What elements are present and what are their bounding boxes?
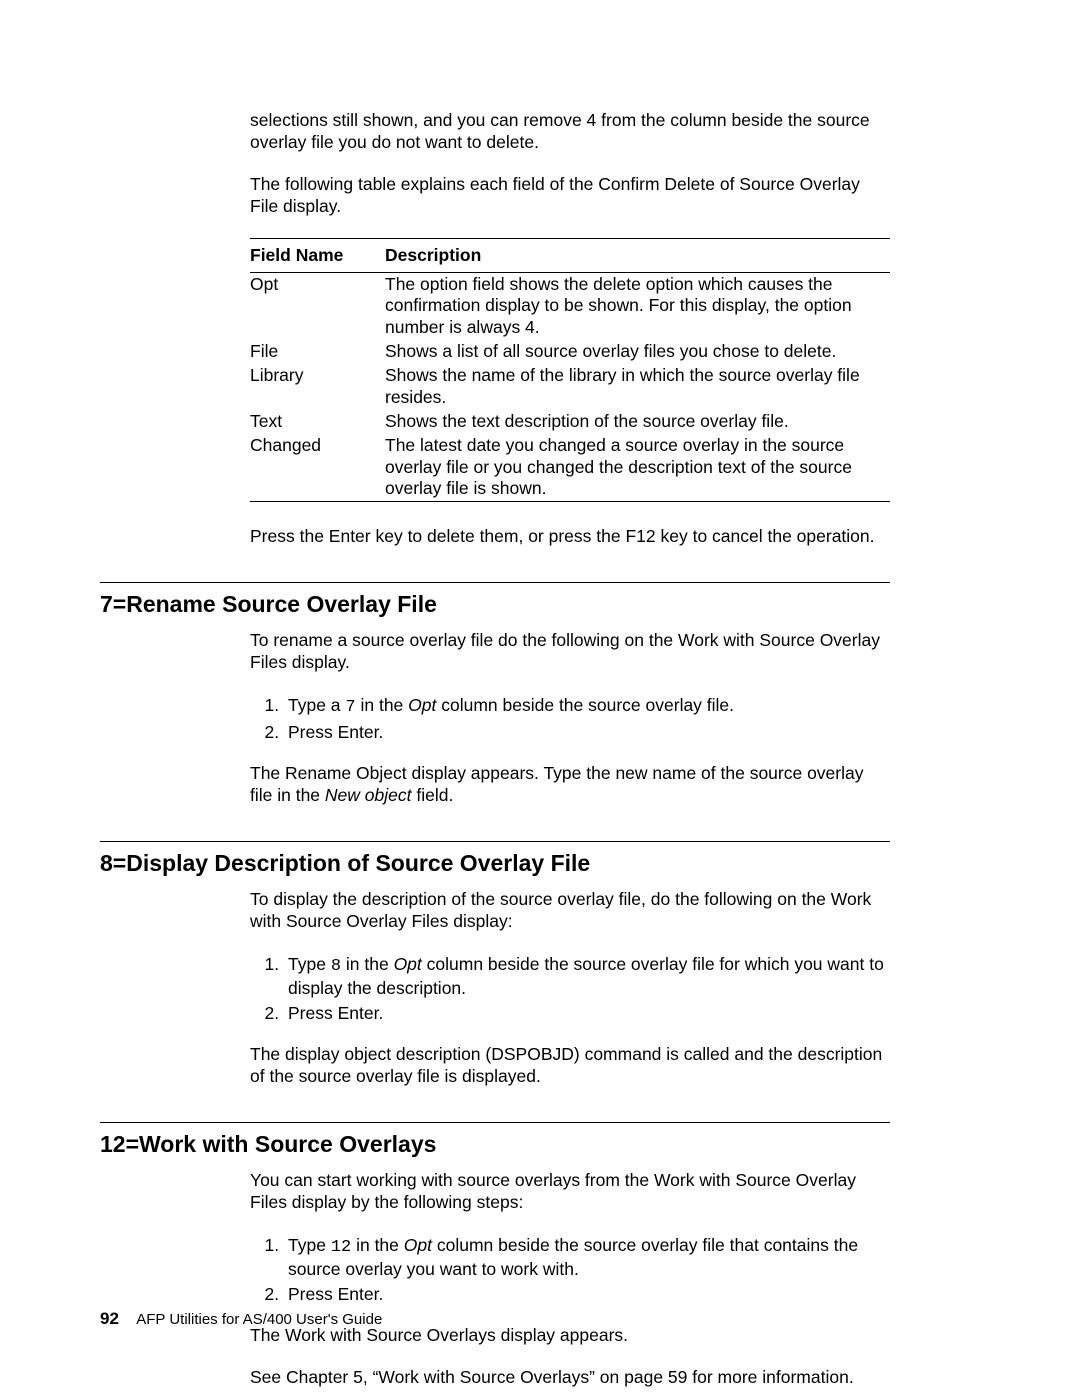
text: field. [411, 785, 453, 805]
table-header-field: Field Name [250, 238, 385, 272]
section-divider [100, 841, 890, 842]
field-cell: Text [250, 410, 385, 434]
desc-cell: The option field shows the delete option… [385, 272, 890, 340]
list-item: Press Enter. [284, 1283, 890, 1305]
section-heading-display-desc: 8=Display Description of Source Overlay … [100, 850, 890, 877]
list-item: Type 12 in the Opt column beside the sou… [284, 1234, 890, 1281]
list-item: Type 8 in the Opt column beside the sour… [284, 953, 890, 1000]
sec7-steps: Type a 7 in the Opt column beside the so… [284, 694, 890, 743]
field-cell: Opt [250, 272, 385, 340]
section-heading-rename: 7=Rename Source Overlay File [100, 591, 890, 618]
step-ital: Opt [408, 695, 436, 715]
sec12-paragraph-3: See Chapter 5, “Work with Source Overlay… [250, 1367, 890, 1389]
desc-cell: The latest date you changed a source ove… [385, 434, 890, 502]
step-text: Type a [288, 695, 345, 715]
list-item: Press Enter. [284, 1002, 890, 1024]
table-row: Library Shows the name of the library in… [250, 364, 890, 410]
section-divider [100, 582, 890, 583]
field-cell: File [250, 340, 385, 364]
step-code: 8 [331, 957, 341, 976]
desc-cell: Shows a list of all source overlay files… [385, 340, 890, 364]
intro-paragraph-2: The following table explains each field … [250, 174, 890, 218]
table-row: File Shows a list of all source overlay … [250, 340, 890, 364]
after-table-paragraph: Press the Enter key to delete them, or p… [250, 526, 890, 548]
page-footer: 92 AFP Utilities for AS/400 User's Guide [100, 1309, 382, 1329]
section-heading-work-with: 12=Work with Source Overlays [100, 1131, 890, 1158]
step-text: in the [351, 1235, 404, 1255]
step-text: in the [341, 954, 394, 974]
sec8-steps: Type 8 in the Opt column beside the sour… [284, 953, 890, 1025]
sec7-paragraph-2: The Rename Object display appears. Type … [250, 763, 890, 807]
footer-title: AFP Utilities for AS/400 User's Guide [136, 1311, 382, 1328]
sec8-paragraph-1: To display the description of the source… [250, 889, 890, 933]
desc-cell: Shows the text description of the source… [385, 410, 890, 434]
page-number: 92 [100, 1309, 119, 1328]
section-divider [100, 1122, 890, 1123]
step-text: column beside the source overlay file. [436, 695, 734, 715]
intro-paragraph-1: selections still shown, and you can remo… [250, 110, 890, 154]
desc-cell: Shows the name of the library in which t… [385, 364, 890, 410]
table-header-desc: Description [385, 238, 890, 272]
sec7-paragraph-1: To rename a source overlay file do the f… [250, 630, 890, 674]
step-code: 7 [345, 698, 355, 717]
table-row: Text Shows the text description of the s… [250, 410, 890, 434]
step-text: Type [288, 954, 331, 974]
list-item: Press Enter. [284, 721, 890, 743]
sec8-paragraph-2: The display object description (DSPOBJD)… [250, 1044, 890, 1088]
step-code: 12 [331, 1238, 351, 1257]
table-row: Opt The option field shows the delete op… [250, 272, 890, 340]
field-cell: Changed [250, 434, 385, 502]
ital-text: New object [325, 785, 412, 805]
table-row: Changed The latest date you changed a so… [250, 434, 890, 502]
step-ital: Opt [404, 1235, 432, 1255]
sec12-steps: Type 12 in the Opt column beside the sou… [284, 1234, 890, 1306]
step-text: Type [288, 1235, 331, 1255]
step-text: in the [356, 695, 409, 715]
list-item: Type a 7 in the Opt column beside the so… [284, 694, 890, 719]
field-cell: Library [250, 364, 385, 410]
step-ital: Opt [394, 954, 422, 974]
sec12-paragraph-1: You can start working with source overla… [250, 1170, 890, 1214]
field-description-table: Field Name Description Opt The option fi… [250, 238, 890, 503]
